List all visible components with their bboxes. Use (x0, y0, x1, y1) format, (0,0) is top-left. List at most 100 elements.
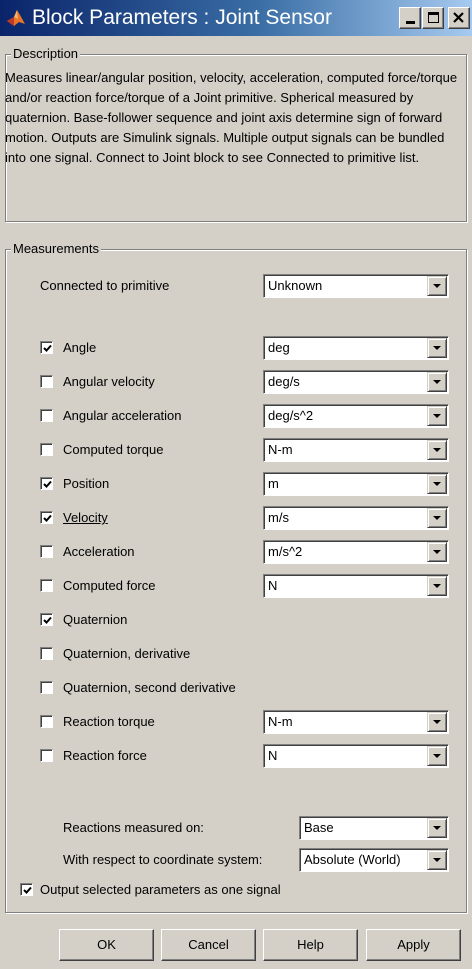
chevron-down-icon (433, 380, 441, 384)
chevron-down-icon (433, 826, 441, 830)
dropdown-button[interactable] (427, 508, 447, 528)
acceleration-label: Acceleration (63, 544, 135, 559)
velocity-label: Velocity (63, 510, 108, 525)
dropdown-button[interactable] (427, 818, 447, 838)
reaction-force-unit-value: N (268, 748, 278, 763)
reaction-torque-label: Reaction torque (63, 714, 155, 729)
angle-checkbox[interactable] (40, 341, 53, 354)
connected-primitive-value: Unknown (268, 278, 323, 293)
computed-torque-unit-value: N-m (268, 442, 293, 457)
angular-acceleration-checkbox[interactable] (40, 409, 53, 422)
coordinate-system-value: Absolute (World) (304, 852, 401, 867)
angular-velocity-checkbox[interactable] (40, 375, 53, 388)
angle-unit-select[interactable]: deg (263, 336, 449, 360)
chevron-down-icon (433, 482, 441, 486)
check-icon (43, 480, 52, 488)
angle-label: Angle (63, 340, 97, 355)
dropdown-button[interactable] (427, 338, 447, 358)
computed-force-unit-select[interactable]: N (263, 574, 449, 598)
minimize-icon (406, 21, 415, 24)
angular-velocity-unit-value: deg/s (268, 374, 300, 389)
reactions-measured-label: Reactions measured on: (63, 820, 204, 835)
dropdown-button[interactable] (427, 576, 447, 596)
reaction-force-unit-select[interactable]: N (263, 744, 449, 768)
angle-unit-value: deg (268, 340, 290, 355)
quaternion-second-derivative-label: Quaternion, second derivative (63, 680, 236, 695)
reactions-measured-select[interactable]: Base (299, 816, 449, 840)
connected-primitive-label: Connected to primitive (40, 278, 170, 293)
chevron-down-icon (433, 516, 441, 520)
reactions-measured-value: Base (304, 820, 334, 835)
chevron-down-icon (433, 414, 441, 418)
angular-acceleration-label: Angular acceleration (63, 408, 182, 423)
reaction-torque-unit-value: N-m (268, 714, 293, 729)
computed-torque-checkbox[interactable] (40, 443, 53, 456)
check-icon (43, 514, 52, 522)
output-one-signal-checkbox[interactable] (20, 883, 33, 896)
chevron-down-icon (433, 284, 441, 288)
chevron-down-icon (433, 550, 441, 554)
position-label: Position (63, 476, 110, 491)
quaternion-label: Quaternion (63, 612, 128, 627)
velocity-checkbox[interactable] (40, 511, 53, 524)
output-one-signal-label: Output selected parameters as one signal (40, 882, 281, 897)
acceleration-unit-select[interactable]: m/s^2 (263, 540, 449, 564)
measurements-legend: Measurements (11, 241, 101, 257)
dropdown-button[interactable] (427, 276, 447, 296)
computed-torque-unit-select[interactable]: N-m (263, 438, 449, 462)
minimize-button[interactable] (399, 7, 421, 29)
coordinate-system-label: With respect to coordinate system: (63, 852, 263, 867)
window-title: Block Parameters : Joint Sensor (32, 6, 332, 29)
velocity-unit-value: m/s (268, 510, 289, 525)
maximize-icon (428, 12, 439, 23)
chevron-down-icon (433, 584, 441, 588)
dropdown-button[interactable] (427, 372, 447, 392)
computed-force-checkbox[interactable] (40, 579, 53, 592)
close-button[interactable] (448, 7, 470, 29)
reaction-force-label: Reaction force (63, 748, 147, 763)
quaternion-derivative-checkbox[interactable] (40, 647, 53, 660)
acceleration-checkbox[interactable] (40, 545, 53, 558)
coordinate-system-select[interactable]: Absolute (World) (299, 848, 449, 872)
connected-primitive-select[interactable]: Unknown (263, 274, 449, 298)
dropdown-button[interactable] (427, 542, 447, 562)
description-text: Measures linear/angular position, veloci… (5, 70, 458, 165)
computed-force-label: Computed force (63, 578, 156, 593)
close-icon (453, 12, 464, 23)
angular-velocity-unit-select[interactable]: deg/s (263, 370, 449, 394)
cancel-button[interactable]: Cancel (161, 929, 256, 961)
chevron-down-icon (433, 858, 441, 862)
angular-acceleration-unit-select[interactable]: deg/s^2 (263, 404, 449, 428)
help-button[interactable]: Help (263, 929, 358, 961)
dropdown-button[interactable] (427, 406, 447, 426)
chevron-down-icon (433, 754, 441, 758)
position-unit-value: m (268, 476, 279, 491)
title-bar: Block Parameters : Joint Sensor (0, 0, 472, 36)
check-icon (23, 886, 32, 894)
dropdown-button[interactable] (427, 474, 447, 494)
quaternion-second-derivative-checkbox[interactable] (40, 681, 53, 694)
angular-acceleration-unit-value: deg/s^2 (268, 408, 314, 423)
position-checkbox[interactable] (40, 477, 53, 490)
description-legend: Description (11, 46, 81, 62)
velocity-unit-select[interactable]: m/s (263, 506, 449, 530)
chevron-down-icon (433, 720, 441, 724)
maximize-button[interactable] (422, 7, 444, 29)
reaction-torque-checkbox[interactable] (40, 715, 53, 728)
reaction-force-checkbox[interactable] (40, 749, 53, 762)
computed-force-unit-value: N (268, 578, 278, 593)
dropdown-button[interactable] (427, 850, 447, 870)
position-unit-select[interactable]: m (263, 472, 449, 496)
apply-button[interactable]: Apply (366, 929, 461, 961)
acceleration-unit-value: m/s^2 (268, 544, 303, 559)
quaternion-checkbox[interactable] (40, 613, 53, 626)
dropdown-button[interactable] (427, 440, 447, 460)
ok-button[interactable]: OK (59, 929, 154, 961)
angular-velocity-label: Angular velocity (63, 374, 155, 389)
chevron-down-icon (433, 448, 441, 452)
quaternion-derivative-label: Quaternion, derivative (63, 646, 191, 661)
dropdown-button[interactable] (427, 712, 447, 732)
dropdown-button[interactable] (427, 746, 447, 766)
reaction-torque-unit-select[interactable]: N-m (263, 710, 449, 734)
computed-torque-label: Computed torque (63, 442, 164, 457)
